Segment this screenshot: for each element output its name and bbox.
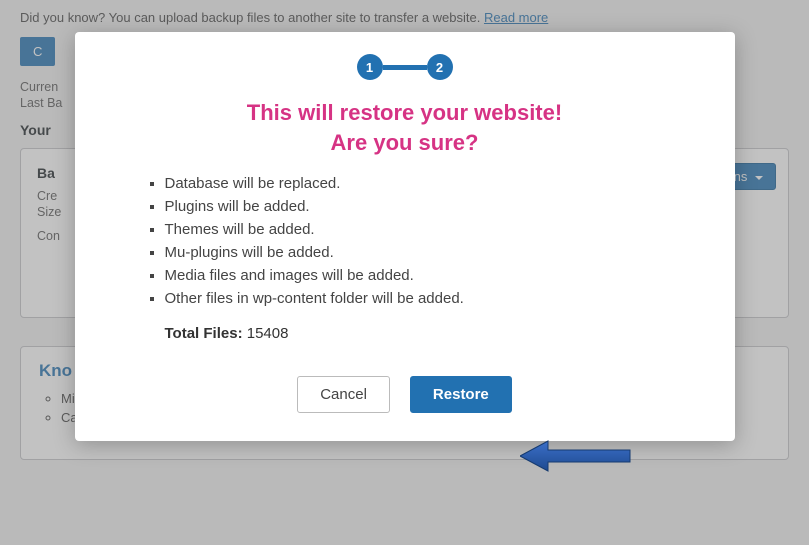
- modal-title-line2: Are you sure?: [109, 128, 701, 158]
- modal-title-line1: This will restore your website!: [109, 98, 701, 128]
- step-connector: [383, 65, 427, 70]
- modal-actions: Cancel Restore: [109, 376, 701, 413]
- modal-overlay: 1 2 This will restore your website! Are …: [0, 0, 809, 545]
- list-item: Database will be replaced.: [165, 175, 701, 192]
- total-files-value: 15408: [247, 325, 289, 342]
- restore-button[interactable]: Restore: [410, 376, 512, 413]
- list-item: Mu-plugins will be added.: [165, 244, 701, 261]
- list-item: Other files in wp-content folder will be…: [165, 290, 701, 307]
- list-item: Themes will be added.: [165, 221, 701, 238]
- list-item: Plugins will be added.: [165, 198, 701, 215]
- restore-items-list: Database will be replaced. Plugins will …: [165, 175, 701, 307]
- step-1: 1: [357, 54, 383, 80]
- cancel-button[interactable]: Cancel: [297, 376, 390, 413]
- total-files: Total Files: 15408: [165, 325, 701, 342]
- step-2: 2: [427, 54, 453, 80]
- step-indicator: 1 2: [109, 54, 701, 80]
- list-item: Media files and images will be added.: [165, 267, 701, 284]
- modal-title: This will restore your website! Are you …: [109, 98, 701, 157]
- total-files-label: Total Files:: [165, 325, 243, 342]
- restore-confirm-modal: 1 2 This will restore your website! Are …: [75, 32, 735, 441]
